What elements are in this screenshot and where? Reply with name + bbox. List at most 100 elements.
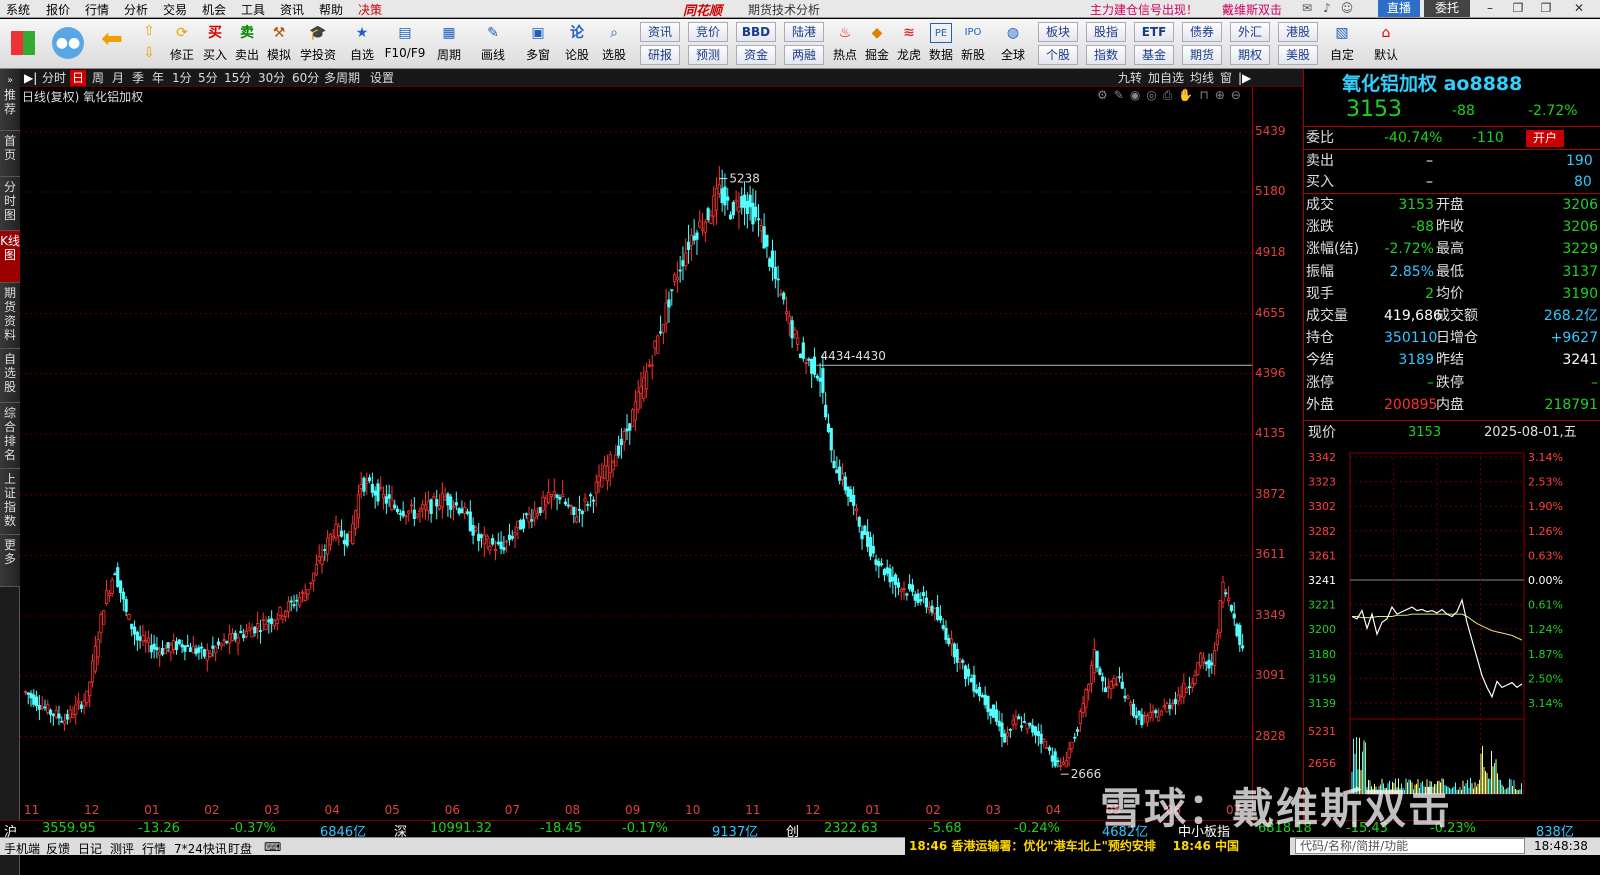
collapse-right-icon[interactable]: |▶ — [1236, 70, 1253, 86]
toolbar-hot-button[interactable]: ♨ 热点 — [830, 19, 860, 69]
news-ticker[interactable]: 18:46 香港运输署：优化"港车北上"预约安排 18:46 中国 — [905, 837, 1290, 855]
grid-btn-sector[interactable]: 板块 — [1038, 22, 1078, 42]
menu-system[interactable]: 系统 — [6, 1, 30, 18]
period-year[interactable]: 年 — [150, 70, 166, 86]
cy-index-value[interactable]: 2322.63 — [824, 821, 878, 836]
toolbar-dragon-button[interactable]: ≋ 龙虎 — [894, 19, 924, 69]
menu-help[interactable]: 帮助 — [319, 1, 343, 18]
toolbar-simulate-button[interactable]: ⚒ 模拟 — [264, 19, 294, 69]
hand-icon[interactable]: ✋ — [1178, 88, 1199, 102]
chat-bubble-icon[interactable]: ⌨ — [264, 840, 281, 854]
restore-icon[interactable]: ❐ — [1506, 0, 1530, 17]
toolbar-draw-button[interactable]: ✎ 画线 — [474, 19, 512, 69]
open-account-button[interactable]: 开户 — [1526, 130, 1564, 147]
news-item-2[interactable]: 18:46 中国 — [1173, 839, 1239, 853]
side-tab-ranking[interactable]: 综合排名 — [0, 403, 20, 469]
period-week[interactable]: 周 — [90, 70, 106, 86]
eye-icon[interactable]: ◉ — [1130, 88, 1146, 102]
grid-btn-capital[interactable]: 资金 — [736, 45, 776, 65]
tool-nine-turn[interactable]: 九转 — [1116, 70, 1144, 86]
grid-btn-futures[interactable]: 期货 — [1182, 45, 1222, 65]
grid-btn-index[interactable]: 指数 — [1086, 45, 1126, 65]
menu-trade[interactable]: 交易 — [163, 1, 187, 18]
toolbar-custom-button[interactable]: ▧ 自定 — [1322, 19, 1362, 69]
side-tab-more[interactable]: 更多 — [0, 535, 20, 587]
settings-icon[interactable]: ⚙ — [1097, 88, 1114, 102]
print-icon[interactable]: ⎙ — [1163, 88, 1179, 102]
grid-btn-options[interactable]: 期权 — [1230, 45, 1270, 65]
period-month[interactable]: 月 — [110, 70, 126, 86]
grid-btn-hk-connect[interactable]: 陆港 — [784, 22, 824, 42]
side-tab-recommend[interactable]: » 推荐 — [0, 69, 20, 131]
bell-icon[interactable]: ♪ — [1320, 0, 1334, 17]
sz-index-value[interactable]: 10991.32 — [430, 821, 492, 836]
lock-icon[interactable]: ⊓ — [1199, 88, 1214, 102]
layer-icon[interactable]: ◎ — [1146, 88, 1162, 102]
grid-btn-index-futures[interactable]: 股指 — [1086, 22, 1126, 42]
status-flash-news[interactable]: 7*24快讯 — [174, 840, 227, 857]
news-item-1[interactable]: 18:46 香港运输署：优化"港车北上"预约安排 — [909, 839, 1156, 853]
toolbar-ipo-button[interactable]: IPO 新股 — [958, 19, 988, 69]
toolbar-screener-button[interactable]: ⌕ 选股 — [596, 19, 632, 69]
status-mobile[interactable]: 手机端 — [4, 840, 40, 857]
period-5min[interactable]: 5分 — [196, 70, 220, 86]
grid-btn-etf[interactable]: ETF — [1134, 22, 1174, 42]
sh-index-value[interactable]: 3559.95 — [42, 821, 96, 836]
period-1min[interactable]: 1分 — [170, 70, 194, 86]
status-market[interactable]: 行情 — [142, 840, 166, 857]
tool-add-watch[interactable]: 加自选 — [1146, 70, 1186, 86]
home-grid-icon[interactable] — [4, 19, 42, 69]
close-icon[interactable]: ✕ — [1564, 0, 1594, 17]
side-tab-timeshare[interactable]: 分时图 — [0, 177, 20, 231]
side-tab-kline[interactable]: K线图 — [0, 231, 20, 283]
brush-icon[interactable]: ✎ — [1114, 88, 1130, 102]
promo-signal-link[interactable]: 主力建仓信号出现！ — [1090, 1, 1198, 18]
collapse-left-icon[interactable]: ▶| — [22, 70, 39, 86]
assistant-robot-icon[interactable]: ●● — [46, 19, 90, 69]
grid-btn-bond[interactable]: 债券 — [1182, 22, 1222, 42]
grid-btn-bbd[interactable]: BBD — [736, 22, 776, 42]
order-button[interactable]: 委托 — [1424, 0, 1470, 17]
grid-btn-stock[interactable]: 个股 — [1038, 45, 1078, 65]
toolbar-f10-button[interactable]: ▤ F10/F9 — [384, 19, 426, 69]
status-review[interactable]: 测评 — [110, 840, 134, 857]
toolbar-default-button[interactable]: ⌂ 默认 — [1366, 19, 1406, 69]
period-settings[interactable]: 设置 — [368, 70, 396, 86]
side-tab-sh-index[interactable]: 上证指数 — [0, 469, 20, 535]
mail-icon[interactable]: ✉ — [1300, 0, 1314, 17]
period-30min[interactable]: 30分 — [256, 70, 287, 86]
status-diary[interactable]: 日记 — [78, 840, 102, 857]
period-timeshare[interactable]: 分时 — [40, 70, 68, 86]
menu-news[interactable]: 资讯 — [280, 1, 304, 18]
toolbar-sell-button[interactable]: 卖卖出 — [232, 19, 262, 69]
kline-chart[interactable]: 5238 2666 4434-4430 — [20, 104, 1252, 801]
toolbar-watchlist-button[interactable]: ★ 自选 — [342, 19, 382, 69]
grid-btn-research[interactable]: 研报 — [640, 45, 680, 65]
grid-btn-fund[interactable]: 基金 — [1134, 45, 1174, 65]
grid-btn-us[interactable]: 美股 — [1278, 45, 1318, 65]
restore2-icon[interactable]: ❐ — [1534, 0, 1558, 17]
period-day[interactable]: 日 — [70, 70, 87, 86]
menu-tools[interactable]: 工具 — [241, 1, 265, 18]
status-feedback[interactable]: 反馈 — [46, 840, 70, 857]
toolbar-dig-button[interactable]: ◆ 掘金 — [862, 19, 892, 69]
toolbar-forum-button[interactable]: 论论股 — [562, 19, 592, 69]
tool-ma[interactable]: 均线 — [1188, 70, 1216, 86]
status-watch[interactable]: 盯盘 — [228, 840, 252, 857]
live-button[interactable]: 直播 — [1378, 0, 1420, 17]
minimize-icon[interactable]: – — [1478, 0, 1502, 17]
grid-btn-news[interactable]: 资讯 — [640, 22, 680, 42]
period-multi[interactable]: 多周期 — [322, 70, 362, 86]
code-search-input[interactable]: 代码/名称/简拼/功能 — [1295, 838, 1525, 854]
intraday-mini-chart[interactable]: 3342 3.14% 3323 2.53% 3302 1.90% 3282 1.26% 3261… — [1304, 449, 1600, 820]
toolbar-buy-button[interactable]: 买买入 — [200, 19, 230, 69]
back-arrow-icon[interactable]: ⬅ — [94, 19, 130, 69]
toolbar-multiwindow-button[interactable]: ▣ 多窗 — [518, 19, 558, 69]
grid-btn-forex[interactable]: 外汇 — [1230, 22, 1270, 42]
side-tab-watchlist[interactable]: 自选股 — [0, 349, 20, 403]
toolbar-period-button[interactable]: ▦ 周期 — [430, 19, 468, 69]
menu-analysis[interactable]: 分析 — [124, 1, 148, 18]
period-quarter[interactable]: 季 — [130, 70, 146, 86]
promo-davis-link[interactable]: 戴维斯双击 — [1222, 1, 1282, 18]
up-down-arrow-icon[interactable]: ⇧ ⇩ — [136, 19, 162, 69]
